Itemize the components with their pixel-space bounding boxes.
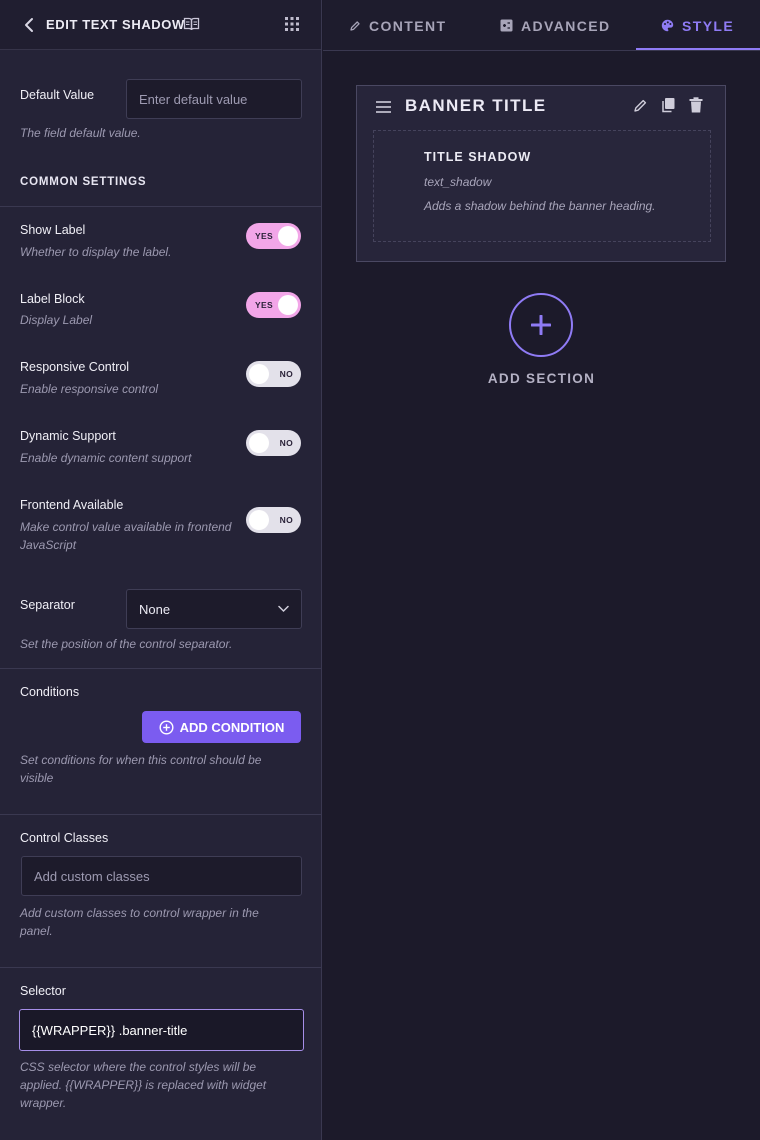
label-block-desc: Display Label — [20, 313, 93, 327]
label-block-label: Label Block — [20, 292, 85, 306]
chevron-left-icon[interactable] — [22, 16, 36, 34]
selector-input[interactable] — [19, 1009, 304, 1051]
add-section-label: ADD SECTION — [487, 371, 596, 386]
tab-content-label: CONTENT — [369, 17, 447, 34]
divider — [0, 967, 321, 968]
section-card[interactable]: BANNER TITLE TITLE SHADOW text_shadow Ad… — [356, 85, 726, 262]
pencil-icon — [350, 20, 360, 31]
tab-advanced-label: ADVANCED — [521, 17, 611, 34]
control-title: TITLE SHADOW — [424, 150, 532, 164]
responsive-control-label: Responsive Control — [20, 360, 130, 374]
active-tab-indicator — [636, 48, 760, 50]
control-classes-desc-2: panel. — [20, 924, 53, 938]
selector-label: Selector — [20, 984, 66, 998]
panel-header: EDIT TEXT SHADOW — [0, 0, 321, 50]
tab-advanced[interactable]: ADVANCED — [500, 0, 611, 51]
add-section-button[interactable] — [509, 293, 573, 357]
conditions-desc-2: visible — [20, 771, 54, 785]
default-value-label: Default Value — [20, 88, 95, 102]
separator-desc: Set the position of the control separato… — [20, 637, 233, 651]
panel-title: EDIT TEXT SHADOW — [46, 17, 185, 32]
toggle-state: YES — [255, 231, 273, 241]
separator-select[interactable]: None — [126, 589, 302, 629]
default-value-input[interactable] — [126, 79, 302, 119]
add-condition-label: ADD CONDITION — [179, 719, 285, 735]
preview-area: CONTENT ADVANCED STYLE BANNER TITLE TITL… — [323, 0, 760, 1140]
toggle-knob — [278, 226, 298, 246]
control-item[interactable]: TITLE SHADOW text_shadow Adds a shadow b… — [373, 130, 711, 242]
palette-icon — [661, 19, 674, 32]
frontend-available-desc: Make control value available in frontend — [20, 520, 232, 534]
divider — [0, 206, 321, 207]
control-desc: Adds a shadow behind the banner heading. — [424, 199, 656, 213]
control-settings-panel: EDIT TEXT SHADOW Default Value The field… — [0, 0, 322, 1140]
advanced-icon — [500, 19, 513, 32]
toggle-knob — [249, 433, 269, 453]
divider — [0, 814, 321, 815]
tab-style-label: STYLE — [682, 17, 735, 34]
control-classes-input[interactable] — [21, 856, 302, 896]
trash-icon[interactable] — [689, 97, 703, 113]
selector-desc: CSS selector where the control styles wi… — [20, 1060, 257, 1074]
tab-content[interactable]: CONTENT — [349, 0, 446, 51]
separator-value: None — [139, 601, 171, 617]
toggle-knob — [249, 510, 269, 530]
toggle-state: NO — [279, 438, 293, 448]
divider — [0, 668, 321, 669]
book-icon[interactable] — [183, 16, 200, 32]
toggle-state: YES — [255, 300, 273, 310]
toggle-knob — [249, 364, 269, 384]
frontend-available-toggle[interactable]: NO — [246, 507, 301, 533]
grid-icon[interactable] — [285, 17, 299, 31]
responsive-control-toggle[interactable]: NO — [246, 361, 301, 387]
show-label-toggle[interactable]: YES — [246, 223, 301, 249]
dynamic-support-toggle[interactable]: NO — [246, 430, 301, 456]
show-label-label: Show Label — [20, 223, 86, 237]
dynamic-support-desc: Enable dynamic content support — [20, 451, 192, 465]
default-value-desc: The field default value. — [20, 126, 141, 140]
toggle-state: NO — [279, 515, 293, 525]
responsive-control-desc: Enable responsive control — [20, 382, 159, 396]
add-condition-button[interactable]: ADD CONDITION — [142, 711, 301, 743]
label-block-toggle[interactable]: YES — [246, 292, 301, 318]
tab-style[interactable]: STYLE — [661, 0, 734, 51]
show-label-desc: Whether to display the label. — [20, 245, 172, 259]
tab-bar: CONTENT ADVANCED STYLE — [323, 0, 760, 51]
section-title: BANNER TITLE — [405, 96, 547, 115]
frontend-available-label: Frontend Available — [20, 498, 124, 512]
frontend-available-desc-2: JavaScript — [20, 538, 77, 552]
drag-handle-icon[interactable] — [376, 101, 391, 113]
conditions-desc: Set conditions for when this control sho… — [20, 753, 262, 767]
separator-label: Separator — [20, 598, 75, 612]
selector-desc-3: wrapper. — [20, 1096, 67, 1110]
control-classes-label: Control Classes — [20, 831, 109, 845]
toggle-state: NO — [279, 369, 293, 379]
plus-icon — [531, 315, 551, 335]
duplicate-icon[interactable] — [661, 97, 676, 113]
dynamic-support-label: Dynamic Support — [20, 429, 116, 443]
plus-circle-icon — [159, 719, 174, 735]
conditions-label: Conditions — [20, 685, 80, 699]
chevron-down-icon — [278, 605, 289, 613]
control-key: text_shadow — [424, 175, 492, 189]
control-classes-desc: Add custom classes to control wrapper in… — [20, 906, 259, 920]
edit-icon[interactable] — [633, 98, 648, 113]
selector-desc-2: applied. {{WRAPPER}} is replaced with wi… — [20, 1078, 267, 1092]
toggle-knob — [278, 295, 298, 315]
common-settings-heading: COMMON SETTINGS — [20, 176, 147, 188]
